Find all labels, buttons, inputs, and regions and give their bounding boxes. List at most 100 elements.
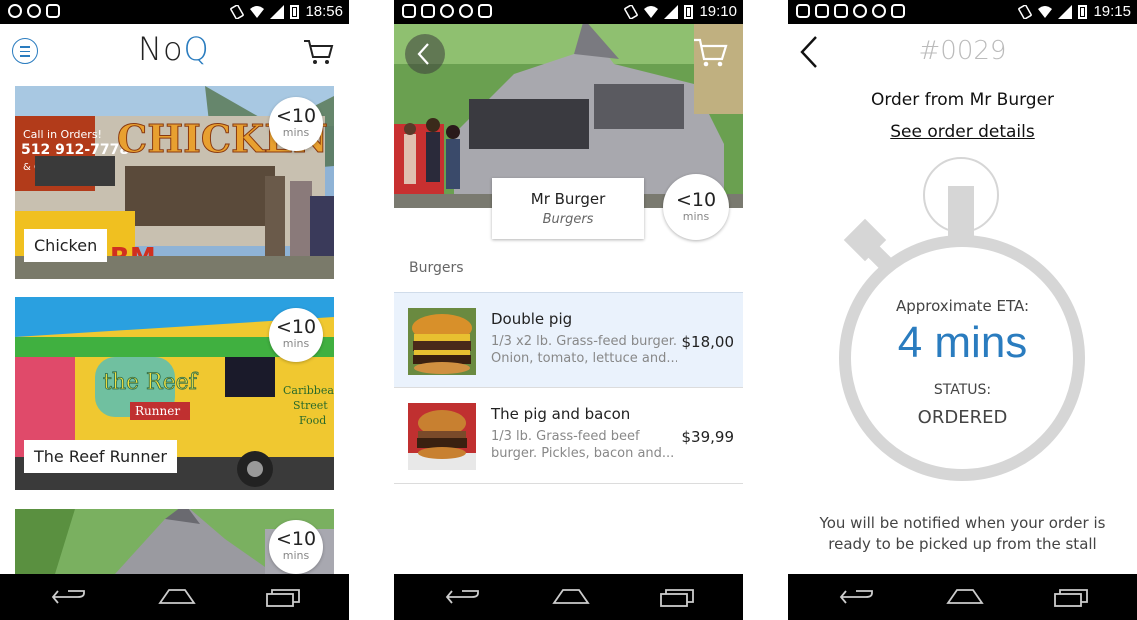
eta-badge: <10 mins (269, 97, 323, 151)
status-bar: 19:10 (394, 0, 743, 24)
home-nav-icon[interactable] (157, 585, 197, 609)
item-name: The pig and bacon (491, 405, 631, 423)
back-nav-icon[interactable] (48, 585, 88, 609)
vibrate-icon (624, 4, 639, 19)
food-photo (408, 308, 476, 375)
vibrate-icon (230, 4, 245, 19)
item-description: 1/3 x2 lb. Grass-feed burger. Onion, tom… (491, 333, 677, 367)
svg-text:512 912-7778: 512 912-7778 (21, 142, 129, 158)
item-description: 1/3 lb. Grass-feed beef burger. Pickles,… (491, 428, 677, 462)
item-description-line: burger. Pickles, bacon and... (491, 446, 675, 461)
messenger-icon (27, 4, 41, 18)
navigation-bar (788, 574, 1137, 620)
eta-value: <10 (675, 189, 717, 211)
instagram-icon (891, 4, 905, 18)
order-details-link[interactable]: See order details (788, 122, 1137, 142)
status-label: STATUS: (933, 382, 992, 398)
svg-text:Call in Orders!: Call in Orders! (23, 128, 102, 141)
stall-name: Mr Burger (530, 190, 606, 208)
signal-icon (664, 4, 679, 19)
item-name: Double pig (491, 310, 573, 328)
instagram-icon (478, 4, 492, 18)
recent-apps-icon[interactable] (264, 585, 304, 609)
clock: 18:56 (305, 3, 343, 20)
gallery-icon (815, 4, 829, 18)
signal-icon (1058, 4, 1073, 19)
eta-label: Approximate ETA: (895, 297, 1030, 315)
wifi-icon (644, 5, 659, 18)
stall-name: The Reef Runner (24, 440, 177, 473)
stall-category: Burgers (542, 212, 594, 227)
stall-card-reef-runner[interactable]: the Reef Runner Caribbean Street Food <1… (15, 297, 334, 490)
instagram-icon (46, 4, 60, 18)
item-description-line: 1/3 lb. Grass-feed beef (491, 429, 640, 444)
eta-badge: <10 mins (269, 308, 323, 362)
status-bar: 19:15 (788, 0, 1137, 24)
svg-text:Food: Food (299, 414, 326, 427)
signal-icon (270, 4, 285, 19)
eta-value: <10 (275, 316, 317, 338)
vibrate-icon (1018, 4, 1033, 19)
svg-text:Caribbean: Caribbean (283, 384, 334, 397)
item-price: $39,99 (681, 428, 735, 446)
logo-suffix: Q (183, 30, 210, 68)
whatsapp-icon (853, 4, 867, 18)
stall-menu-screen: 19:10 Mr Burger Burgers <10 mins Burgers… (394, 0, 743, 620)
messenger-icon (459, 4, 473, 18)
recent-apps-icon[interactable] (1052, 585, 1092, 609)
pickup-notice-line: You will be notified when your order is (819, 514, 1106, 532)
food-photo (408, 403, 476, 470)
navigation-bar (0, 574, 349, 620)
order-status-screen: 19:15 #0029 Order from Mr Burger See ord… (788, 0, 1137, 620)
menu-item-pig-and-bacon[interactable]: The pig and bacon 1/3 lb. Grass-feed bee… (394, 388, 743, 484)
svg-text:Street: Street (293, 399, 328, 412)
back-button[interactable] (405, 34, 445, 74)
item-description-line: Onion, tomato, lettuce and... (491, 351, 677, 366)
wifi-icon (250, 5, 265, 18)
chevron-left-icon (417, 43, 429, 65)
home-nav-icon[interactable] (551, 585, 591, 609)
eta-unit: mins (282, 549, 310, 562)
app-header: NoQ (0, 24, 349, 82)
whatsapp-icon (440, 4, 454, 18)
battery-icon (1078, 4, 1088, 19)
eta-value: 4 mins (897, 318, 1028, 367)
svg-text:the Reef: the Reef (103, 370, 199, 395)
back-nav-icon[interactable] (442, 585, 482, 609)
instagram-icon (796, 4, 810, 18)
messenger-icon (872, 4, 886, 18)
eta-badge: <10 mins (663, 174, 729, 240)
menu-button[interactable] (12, 38, 38, 64)
menu-section-title: Burgers (409, 260, 464, 276)
svg-text:Runner: Runner (135, 404, 180, 418)
eta-badge: <10 mins (269, 520, 323, 574)
gallery-icon (421, 4, 435, 18)
back-nav-icon[interactable] (836, 585, 876, 609)
battery-icon (684, 4, 694, 19)
pickup-notice-line: ready to be picked up from the stall (828, 535, 1097, 553)
cart-icon[interactable] (693, 37, 729, 69)
order-title: Order from Mr Burger (870, 90, 1055, 110)
eta-unit: mins (282, 337, 310, 350)
order-number: #0029 (918, 36, 1007, 66)
menu-item-double-pig[interactable]: Double pig 1/3 x2 lb. Grass-feed burger.… (394, 292, 743, 388)
stall-card-chicken[interactable]: Call in Orders! 512 912-7778 & CATERING … (15, 86, 334, 279)
stall-name: Chicken (24, 229, 108, 262)
clock: 19:15 (1093, 3, 1131, 20)
stall-info-card: Mr Burger Burgers (492, 178, 644, 239)
stall-card-mr-burger[interactable]: <10 mins (15, 509, 334, 574)
home-nav-icon[interactable] (945, 585, 985, 609)
whatsapp-icon (8, 4, 22, 18)
stall-list-screen: 18:56 NoQ Call in Orders! 512 912-7778 &… (0, 0, 349, 620)
cart-icon[interactable] (303, 38, 335, 66)
instagram-icon (834, 4, 848, 18)
recent-apps-icon[interactable] (658, 585, 698, 609)
eta-unit: mins (282, 126, 310, 139)
wifi-icon (1038, 5, 1053, 18)
instagram-icon (402, 4, 416, 18)
status-value: ORDERED (917, 407, 1008, 428)
item-price: $18,00 (681, 333, 735, 351)
status-bar: 18:56 (0, 0, 349, 24)
navigation-bar (394, 574, 743, 620)
eta-value: <10 (275, 528, 317, 550)
